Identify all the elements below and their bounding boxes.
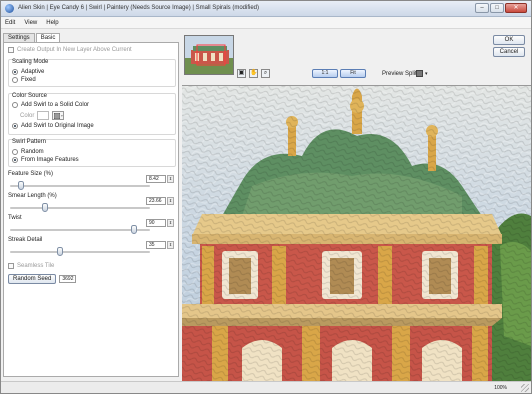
compare-tool-icon[interactable]: ▣ — [237, 68, 246, 78]
streak-detail-thumb[interactable] — [56, 247, 63, 256]
menu-view[interactable]: View — [24, 20, 37, 26]
smear-length-label: Smear Length (%) — [8, 193, 57, 199]
create-output-checkbox[interactable] — [8, 47, 14, 53]
menu-help[interactable]: Help — [46, 20, 58, 26]
random-radio[interactable] — [12, 149, 18, 155]
maximize-button[interactable]: □ — [490, 3, 504, 13]
original-image-radio[interactable] — [12, 123, 18, 129]
twist-label: Twist — [8, 215, 22, 221]
random-label: Random — [21, 149, 44, 155]
seamless-tile-option[interactable]: Seamless Tile — [8, 263, 54, 269]
status-bar: 100% — [1, 381, 531, 393]
title-bar: Alien Skin | Eye Candy 6 | Swirl | Paint… — [1, 1, 531, 17]
color-swatch[interactable] — [37, 111, 50, 120]
create-output-option[interactable]: Create Output In New Layer Above Current — [8, 47, 132, 53]
twist-slider: Twist 90 ⇕ — [6, 215, 180, 237]
feature-size-spinner[interactable]: ⇕ — [167, 175, 174, 183]
twist-spinner[interactable]: ⇕ — [167, 219, 174, 227]
random-seed-row: Random Seed 3692 — [8, 274, 77, 284]
random-pattern-option[interactable]: Random — [12, 149, 44, 155]
ok-button[interactable]: OK — [493, 35, 525, 45]
dropdown-arrow-icon: ▾ — [425, 70, 428, 77]
preview-split-label: Preview Split: — [382, 71, 419, 77]
zoom-1-1-button[interactable]: 1:1 — [312, 69, 338, 78]
twist-thumb[interactable] — [130, 225, 137, 234]
create-output-label: Create Output In New Layer Above Current — [17, 47, 132, 53]
solid-color-option[interactable]: Add Swirl to a Solid Color — [12, 102, 89, 108]
image-features-option[interactable]: From Image Features — [12, 157, 79, 163]
minimize-button[interactable]: – — [475, 3, 489, 13]
settings-panel: Settings Basic Create Output In New Laye… — [1, 31, 181, 381]
color-source-title: Color Source — [12, 93, 48, 99]
original-image-label: Add Swirl to Original Image — [21, 123, 94, 129]
zoom-tool-icon[interactable]: ⌕ — [261, 68, 270, 78]
color-label: Color — [20, 112, 35, 119]
streak-detail-track[interactable] — [10, 251, 150, 253]
swirl-pattern-title: Swirl Pattern — [12, 139, 47, 145]
feature-size-slider: Feature Size (%) 8.42 ⇕ — [6, 171, 180, 193]
grid-icon — [53, 112, 60, 119]
basic-tab-content: Create Output In New Layer Above Current… — [3, 42, 179, 377]
scaling-fixed-option[interactable]: Fixed — [12, 77, 36, 83]
tab-basic[interactable]: Basic — [35, 33, 61, 42]
adaptive-label: Adaptive — [21, 69, 45, 75]
solid-color-radio[interactable] — [12, 102, 18, 108]
twist-track[interactable] — [10, 229, 150, 231]
hand-tool-icon[interactable]: ✋ — [249, 68, 258, 78]
streak-detail-slider: Streak Detail 35 ⇕ — [6, 237, 180, 259]
preview-split-dropdown[interactable]: ▾ — [416, 69, 436, 78]
dropdown-arrow-icon: ▾ — [60, 113, 63, 118]
feature-size-track[interactable] — [10, 185, 150, 187]
feature-size-thumb[interactable] — [18, 181, 25, 190]
tab-strip: Settings Basic — [3, 33, 61, 42]
fixed-radio[interactable] — [12, 77, 18, 83]
image-features-label: From Image Features — [21, 157, 79, 163]
solid-color-label: Add Swirl to a Solid Color — [21, 102, 90, 108]
window-title: Alien Skin | Eye Candy 6 | Swirl | Paint… — [18, 5, 259, 11]
smear-length-input[interactable]: 23.66 — [146, 197, 166, 205]
original-image-option[interactable]: Add Swirl to Original Image — [12, 123, 94, 129]
seamless-tile-label: Seamless Tile — [17, 263, 55, 269]
close-button[interactable]: ✕ — [505, 3, 527, 13]
smear-length-thumb[interactable] — [42, 203, 49, 212]
smear-length-track[interactable] — [10, 207, 150, 209]
zoom-fit-button[interactable]: Fit — [340, 69, 366, 78]
scaling-mode-title: Scaling Mode — [12, 59, 49, 65]
feature-size-label: Feature Size (%) — [8, 171, 54, 177]
feature-size-input[interactable]: 8.42 — [146, 175, 166, 183]
status-zoom: 100% — [494, 385, 507, 391]
smear-length-spinner[interactable]: ⇕ — [167, 197, 174, 205]
random-seed-value[interactable]: 3692 — [59, 275, 77, 283]
thumbnail-image — [185, 36, 233, 74]
menu-bar: Edit View Help — [1, 17, 531, 29]
menu-edit[interactable]: Edit — [5, 20, 15, 26]
adaptive-radio[interactable] — [12, 69, 18, 75]
preview-image — [182, 86, 531, 381]
twist-input[interactable]: 90 — [146, 219, 166, 227]
fixed-label: Fixed — [21, 77, 36, 83]
image-features-radio[interactable] — [12, 157, 18, 163]
color-dropdown[interactable]: ▾ — [52, 111, 65, 120]
preview-toolbar: ▣ ✋ ⌕ — [237, 68, 270, 78]
streak-detail-input[interactable]: 35 — [146, 241, 166, 249]
random-seed-button[interactable]: Random Seed — [8, 274, 57, 284]
streak-detail-label: Streak Detail — [8, 237, 43, 243]
resize-grip-icon[interactable] — [521, 384, 529, 392]
smear-length-slider: Smear Length (%) 23.66 ⇕ — [6, 193, 180, 215]
window-controls: – □ ✕ — [475, 3, 527, 13]
cancel-button[interactable]: Cancel — [493, 47, 525, 57]
navigator-thumbnail[interactable] — [184, 35, 234, 75]
scaling-adaptive-option[interactable]: Adaptive — [12, 69, 44, 75]
app-window: Alien Skin | Eye Candy 6 | Swirl | Paint… — [0, 0, 532, 394]
split-mode-icon — [416, 70, 423, 77]
preview-canvas[interactable] — [182, 85, 531, 381]
seamless-tile-checkbox[interactable] — [8, 263, 14, 269]
preview-area: ▣ ✋ ⌕ 1:1 Fit Preview Split: ▾ OK Cancel — [182, 31, 531, 381]
streak-detail-spinner[interactable]: ⇕ — [167, 241, 174, 249]
color-picker-row: Color ▾ — [20, 111, 65, 120]
tab-settings[interactable]: Settings — [3, 33, 35, 42]
app-icon — [5, 4, 14, 13]
